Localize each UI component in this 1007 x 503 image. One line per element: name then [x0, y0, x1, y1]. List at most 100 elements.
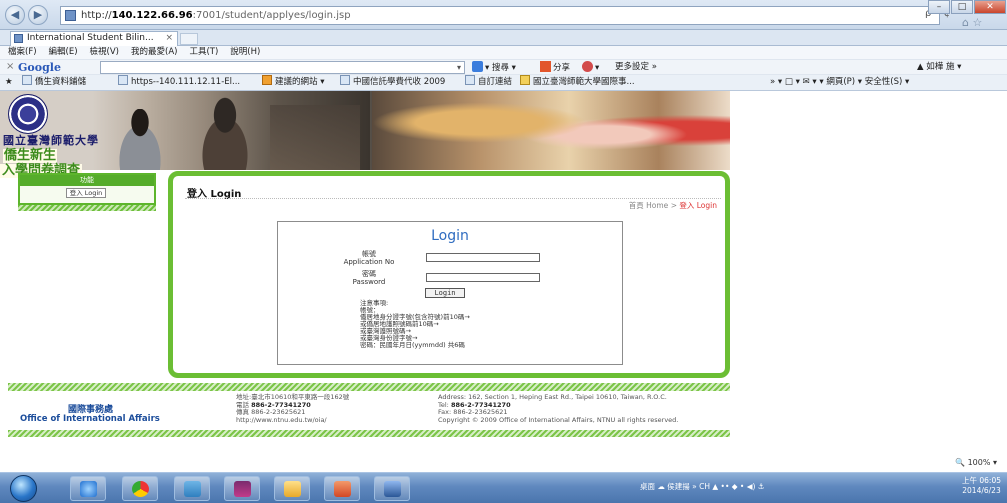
- status-bar: 🔍 100% ▾: [0, 458, 1007, 470]
- fav-icon: [118, 75, 128, 85]
- google-search-input[interactable]: ▾: [100, 61, 465, 74]
- command-bar[interactable]: » ▾ □ ▾ ✉ ▾ ▾ 網頁(P) ▾ 安全性(S) ▾: [770, 75, 909, 90]
- tab-close-icon[interactable]: ×: [165, 32, 173, 45]
- account-label-en: Application No: [343, 258, 395, 266]
- side-nav-login-link[interactable]: 登入 Login: [66, 188, 106, 198]
- password-input[interactable]: [426, 273, 540, 282]
- google-user[interactable]: ▲ 如樺 施 ▾: [917, 61, 961, 74]
- header-banner: 國立臺灣師範大學 僑生新生 入學問卷調查: [0, 91, 730, 178]
- breadcrumb-home[interactable]: 首頁 Home: [629, 201, 669, 210]
- google-settings-link[interactable]: 更多設定 »: [615, 61, 657, 74]
- menu-edit[interactable]: 編輯(E): [49, 47, 78, 57]
- heading-divider: [185, 198, 721, 199]
- maximize-button[interactable]: □: [951, 0, 973, 14]
- taskbar: 桌面 ☁ 侯建揚 » CH ▲ •• ◆ • ◀) ⚓ 上午 06:05 201…: [0, 472, 1007, 503]
- password-label-zh: 密碼: [362, 270, 376, 278]
- address-prefix: http://: [81, 10, 112, 21]
- password-label-en: Password: [352, 278, 386, 286]
- forward-button[interactable]: ▶: [28, 5, 48, 25]
- fav-icon: [262, 75, 272, 85]
- google-toolbar: × Google ▾ ▾ 搜尋 ▾ 分享 ▾ 更多設定 » ▲ 如樺 施 ▾: [0, 59, 1007, 75]
- taskbar-ie[interactable]: [70, 476, 106, 501]
- taskbar-media[interactable]: [224, 476, 260, 501]
- fav-link-6[interactable]: 國立臺灣師範大學國際事...: [520, 75, 635, 90]
- breadcrumb: 首頁 Home > 登入 Login: [629, 200, 717, 211]
- start-button[interactable]: [10, 475, 37, 502]
- google-user-label: 如樺 施 ▾: [926, 62, 962, 72]
- chrome-icon: [132, 481, 149, 497]
- google-search-button[interactable]: ▾ 搜尋 ▾: [472, 61, 516, 75]
- tab-title: International Student Bilin...: [27, 33, 154, 43]
- address-bar[interactable]: http://140.122.66.96:7001/student/applye…: [60, 6, 940, 25]
- clock[interactable]: 上午 06:05 2014/6/23: [962, 476, 1001, 496]
- zoom-level[interactable]: 🔍 100% ▾: [955, 458, 997, 467]
- fav-icon: [465, 75, 475, 85]
- menu-help[interactable]: 說明(H): [230, 47, 260, 57]
- fav-label-5: 自訂連結: [478, 77, 513, 87]
- address-host: 140.122.66.96: [111, 10, 193, 21]
- minimize-button[interactable]: –: [928, 0, 950, 14]
- application-no-input[interactable]: [426, 253, 540, 262]
- side-nav-stripe: [18, 205, 156, 211]
- banner-photo-performance: [372, 91, 730, 170]
- taskbar-folder[interactable]: [274, 476, 310, 501]
- footer-url[interactable]: http://www.ntnu.edu.tw/oia/: [236, 416, 349, 425]
- page-viewport: 國立臺灣師範大學 僑生新生 入學問卷調查 功能 登入 Login 登入 Logi…: [0, 91, 1007, 458]
- login-notes: 注意事項: 帳號： 僑居地身分證字號(包含符號)前10碼→ 或僑居地護照號碼前1…: [360, 300, 470, 349]
- banner-shelf: [270, 105, 360, 170]
- login-form: Login 帳號 Application No 密碼 Password Logi…: [277, 221, 623, 365]
- powerpoint-icon: [334, 481, 351, 497]
- fav-label-1: 僑生資料鋪儲: [35, 77, 87, 87]
- fav-link-4[interactable]: 中國信託學費代收 2009: [340, 75, 445, 90]
- tab-active[interactable]: International Student Bilin... ×: [10, 31, 178, 46]
- menu-file[interactable]: 檔案(F): [8, 47, 37, 57]
- tab-favicon-icon: [14, 34, 23, 43]
- taskbar-people[interactable]: [174, 476, 210, 501]
- menu-view[interactable]: 檢視(V): [90, 47, 119, 57]
- banner-person-1: [110, 109, 170, 170]
- google-share-button[interactable]: 分享: [540, 61, 570, 75]
- fav-link-2[interactable]: https--140.111.12.11-El...: [118, 75, 240, 90]
- home-star-icons[interactable]: ⌂ ☆: [962, 16, 982, 29]
- share-icon: [540, 61, 551, 72]
- footer-contact-cn: 地址:臺北市10610和平東路一段162號 電話 886-2-77341270 …: [236, 393, 349, 425]
- login-title: Login: [431, 228, 469, 244]
- new-tab-button[interactable]: [180, 33, 198, 45]
- fav-label-4: 中國信託學費代收 2009: [353, 77, 446, 87]
- password-label: 密碼 Password: [338, 270, 400, 286]
- side-nav: 功能 登入 Login: [18, 173, 156, 205]
- note-line: 密碼：民國年月日(yymmdd) 共6碼: [360, 341, 465, 349]
- menu-tools[interactable]: 工具(T): [189, 47, 218, 57]
- favorites-star-icon[interactable]: ★: [5, 75, 13, 90]
- toolbar-close-icon[interactable]: ×: [6, 61, 14, 72]
- system-tray[interactable]: 桌面 ☁ 侯建揚 » CH ▲ •• ◆ • ◀) ⚓: [640, 481, 765, 492]
- address-path: :7001/student/applyes/login.jsp: [192, 10, 351, 21]
- side-nav-header: 功能: [20, 175, 154, 186]
- taskbar-word[interactable]: [374, 476, 410, 501]
- login-button[interactable]: Login: [425, 288, 465, 298]
- fav-label-6: 國立臺灣師範大學國際事...: [533, 77, 635, 87]
- fav-label-2: https--140.111.12.11-El...: [131, 77, 241, 87]
- browser-title-bar: ◀ ▶ http://140.122.66.96:7001/student/ap…: [0, 0, 1007, 30]
- taskbar-powerpoint[interactable]: [324, 476, 360, 501]
- google-more-button[interactable]: ▾: [582, 61, 599, 75]
- taskbar-chrome[interactable]: [122, 476, 158, 501]
- fav-link-5[interactable]: 自訂連結: [465, 75, 512, 90]
- breadcrumb-current: 登入 Login: [679, 201, 717, 210]
- fav-link-1[interactable]: 僑生資料鋪儲: [22, 75, 86, 90]
- fav-link-3[interactable]: 建議的網站 ▾: [262, 75, 324, 90]
- site-favicon-icon: [65, 10, 76, 21]
- back-button[interactable]: ◀: [5, 5, 25, 25]
- google-more-label: ▾: [595, 63, 600, 73]
- people-icon: [184, 481, 201, 497]
- close-window-button[interactable]: ✕: [974, 0, 1006, 14]
- university-logo-icon: [8, 94, 48, 134]
- more-icon: [582, 61, 593, 72]
- clock-date: 2014/6/23: [962, 486, 1001, 495]
- google-search-label: ▾ 搜尋 ▾: [485, 63, 516, 73]
- footer-office-en: Office of International Affairs: [20, 414, 160, 424]
- main-content-frame: 登入 Login 首頁 Home > 登入 Login Login 帳號 App…: [168, 171, 730, 378]
- menu-favorites[interactable]: 我的最愛(A): [131, 47, 177, 57]
- clock-time: 上午 06:05: [962, 476, 1001, 485]
- account-label-zh: 帳號: [362, 250, 376, 258]
